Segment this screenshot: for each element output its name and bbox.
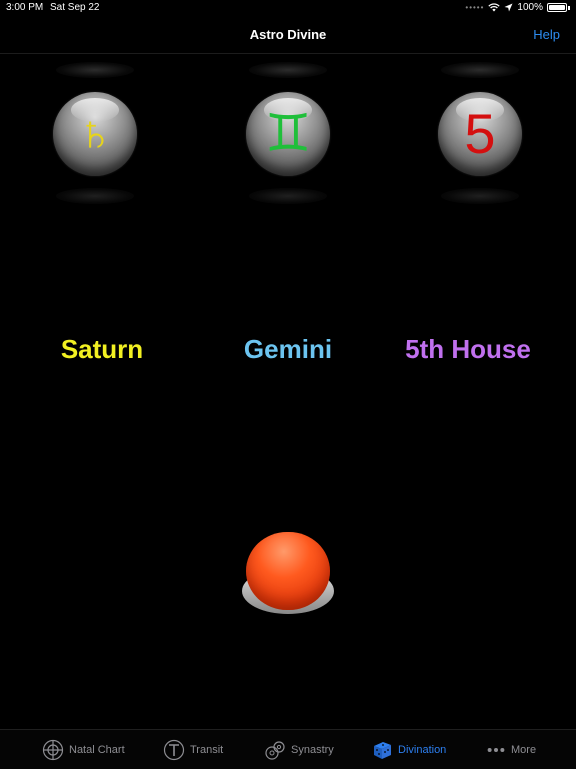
status-indicators: ••••• 100% (465, 2, 570, 13)
navigation-bar: Astro Divine Help (0, 16, 576, 54)
house-5-orb: 5 (438, 92, 522, 176)
battery-icon (547, 3, 567, 12)
orb-reflection-top (56, 62, 134, 78)
sign-orb: ♊ (233, 62, 343, 212)
sign-result-label: Gemini (243, 334, 333, 364)
signal-dots-icon: ••••• (465, 3, 485, 12)
orb-reflection-bottom (441, 188, 519, 204)
red-button-cap[interactable] (246, 532, 330, 610)
tab-bar: Natal Chart Transit Synastry Divination (0, 729, 576, 769)
planet-orb: ♄ (40, 62, 150, 212)
saturn-symbol-icon: ♄ (75, 105, 115, 163)
gemini-symbol-icon: ♊ (264, 105, 312, 163)
tab-label: Natal Chart (69, 744, 125, 756)
tab-more[interactable]: More (486, 738, 536, 762)
planet-result-label: Saturn (60, 334, 144, 364)
status-bar: 3:00 PM Sat Sep 22 ••••• 100% (0, 0, 576, 16)
house-number-icon: 5 (464, 102, 496, 165)
orb-reflection-bottom (249, 188, 327, 204)
help-button[interactable]: Help (533, 27, 560, 42)
orb-reflection-bottom (56, 188, 134, 204)
dice-icon (374, 742, 391, 759)
tab-divination[interactable]: Divination (371, 738, 446, 762)
tab-label: Transit (190, 744, 224, 756)
natal-chart-icon (42, 739, 64, 761)
tab-label: More (511, 744, 537, 756)
battery-percent: 100% (517, 2, 543, 13)
status-date: Sat Sep 22 (50, 2, 100, 13)
status-time: 3:00 PM (6, 2, 44, 13)
tab-label: Synastry (291, 744, 334, 756)
orb-reflection-top (249, 62, 327, 78)
tab-synastry[interactable]: Synastry (264, 738, 334, 762)
gemini-orb: ♊ (246, 92, 330, 176)
wifi-icon (488, 3, 501, 12)
tab-transit[interactable]: Transit (163, 738, 223, 762)
transit-icon (163, 739, 185, 761)
tab-natal-chart[interactable]: Natal Chart (42, 738, 125, 762)
divine-button[interactable] (240, 530, 336, 622)
synastry-icon (265, 741, 285, 760)
house-orb: 5 (425, 62, 535, 212)
location-arrow-icon (504, 3, 513, 12)
page-title: Astro Divine (249, 27, 327, 42)
tab-label: Divination (398, 744, 447, 756)
orb-reflection-top (441, 62, 519, 78)
battery-tip (568, 5, 570, 10)
house-result-label: 5th House (405, 334, 531, 364)
saturn-orb: ♄ (53, 92, 137, 176)
more-dots-icon (487, 748, 505, 752)
